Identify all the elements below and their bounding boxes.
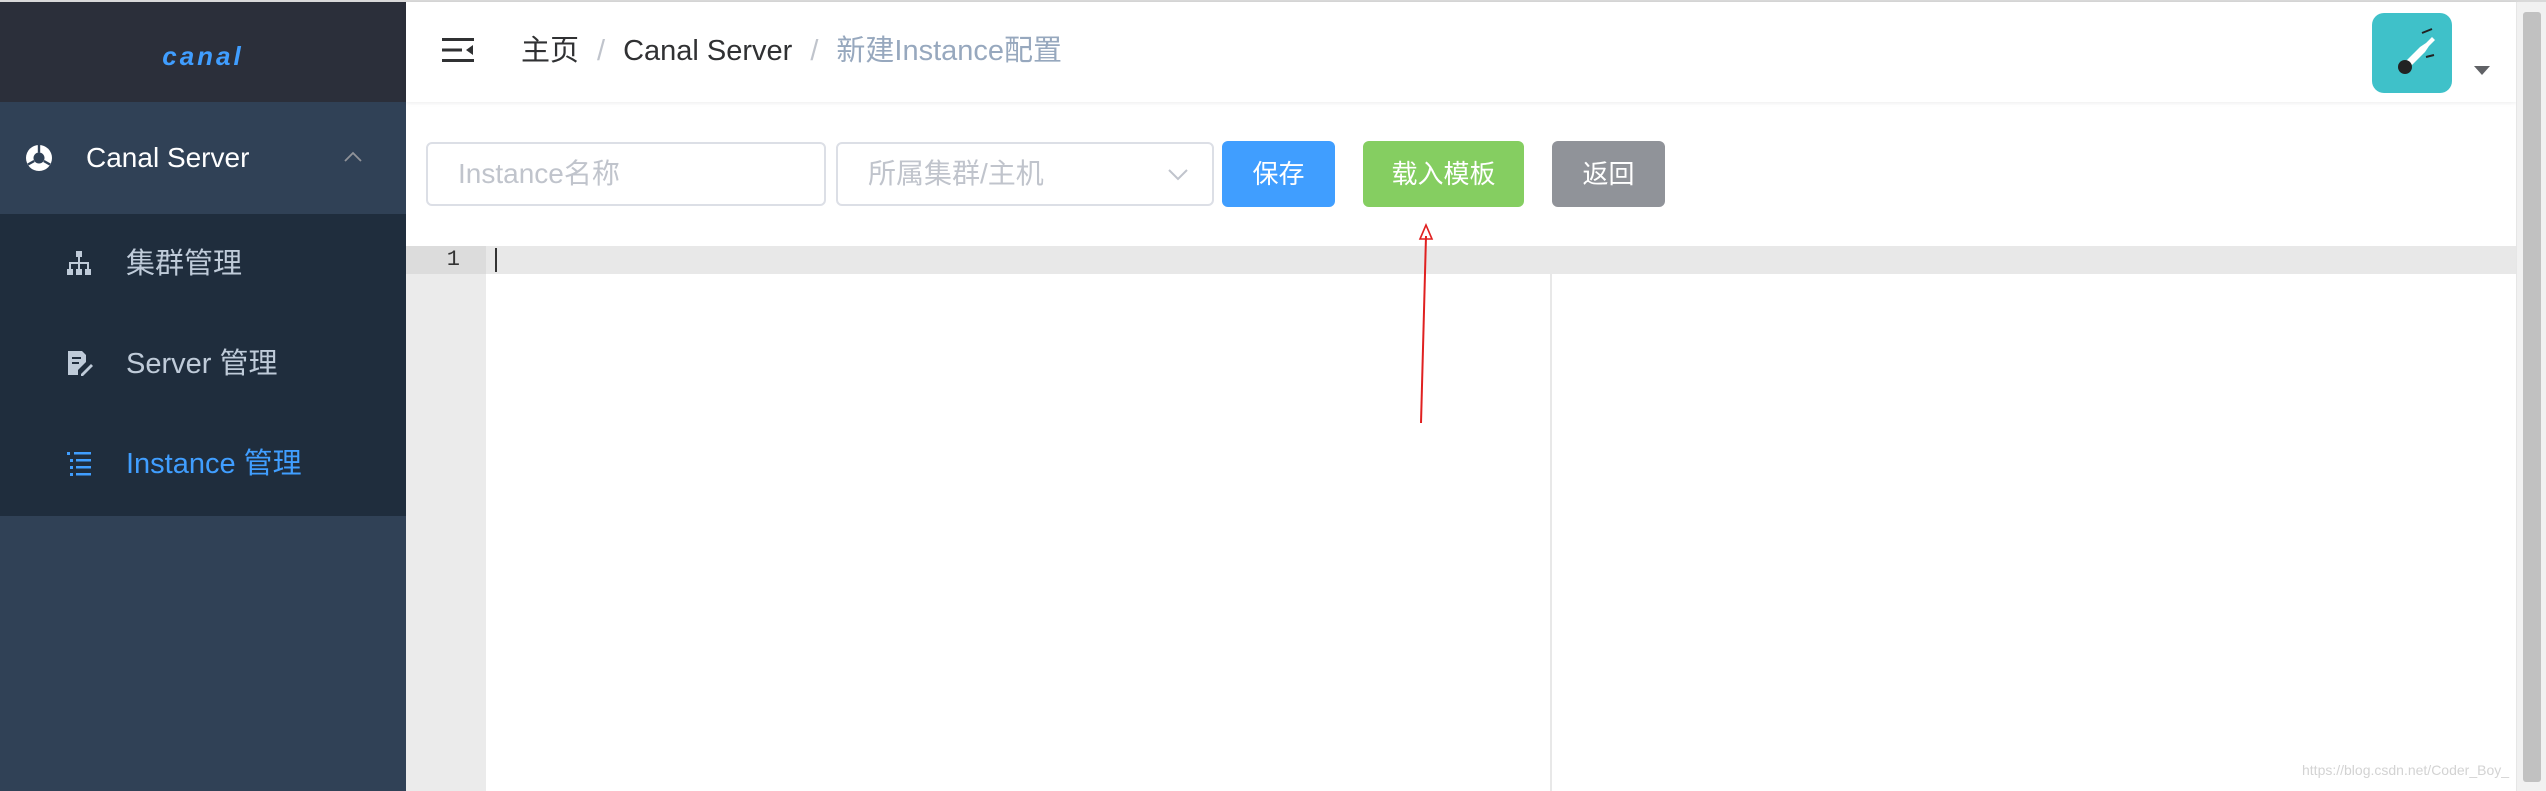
sidebar-item-label: Instance 管理 [126, 448, 302, 480]
editor-active-line[interactable] [486, 246, 2516, 274]
app-logo: canal [162, 41, 244, 71]
sidebar-item-clusters[interactable]: 集群管理 [0, 214, 406, 314]
cluster-host-select[interactable]: 所属集群/主机 [836, 142, 1214, 206]
code-editor[interactable]: 1 [406, 246, 2516, 791]
chevron-up-icon [344, 151, 362, 162]
save-button[interactable]: 保存 [1222, 141, 1335, 207]
scrollbar-thumb[interactable] [2523, 12, 2541, 782]
page-scrollbar[interactable] [2516, 2, 2546, 791]
editor-gutter [406, 246, 486, 791]
avatar-guitar-icon [2398, 28, 2435, 74]
breadcrumb-home[interactable]: 主页 [521, 35, 579, 67]
load-template-button[interactable]: 载入模板 [1363, 141, 1524, 207]
instance-name-input[interactable] [426, 142, 826, 206]
breadcrumb-separator: / [597, 35, 606, 67]
editor-print-margin [1550, 246, 1552, 791]
sidebar-item-servers[interactable]: Server 管理 [0, 314, 406, 414]
edit-doc-icon [68, 351, 93, 376]
sidebar: canal Canal Server 集群管理 Server 管理 Instan… [0, 2, 406, 791]
chrome-like-icon [26, 145, 52, 171]
chevron-down-icon [1168, 169, 1188, 181]
sidebar-item-label: Server 管理 [126, 348, 278, 380]
sidebar-item-label: 集群管理 [126, 248, 243, 280]
text-cursor [495, 248, 497, 272]
sidebar-item-instances[interactable]: Instance 管理 [0, 414, 406, 514]
back-button[interactable]: 返回 [1552, 141, 1665, 207]
navbar: 主页 / Canal Server / 新建Instance配置 [406, 2, 2516, 102]
list-icon [67, 452, 91, 476]
menu-canal-server[interactable]: Canal Server [0, 102, 406, 214]
breadcrumb: 主页 / Canal Server / 新建Instance配置 [521, 31, 1062, 71]
caret-down-icon[interactable] [2474, 66, 2490, 75]
sitemap-icon [67, 251, 91, 275]
avatar[interactable] [2372, 13, 2452, 93]
cluster-select-placeholder: 所属集群/主机 [868, 158, 1044, 189]
watermark: https://blog.csdn.net/Coder_Boy_ [2302, 762, 2510, 778]
breadcrumb-current: 新建Instance配置 [836, 35, 1063, 67]
line-number: 1 [446, 247, 460, 272]
breadcrumb-separator: / [810, 35, 819, 67]
logo-area[interactable]: canal [0, 2, 406, 102]
hamburger-icon[interactable] [441, 35, 475, 65]
submenu-canal-server: 集群管理 Server 管理 Instance 管理 [0, 214, 406, 516]
breadcrumb-canal-server[interactable]: Canal Server [623, 35, 792, 67]
menu-canal-server-label: Canal Server [86, 142, 250, 173]
